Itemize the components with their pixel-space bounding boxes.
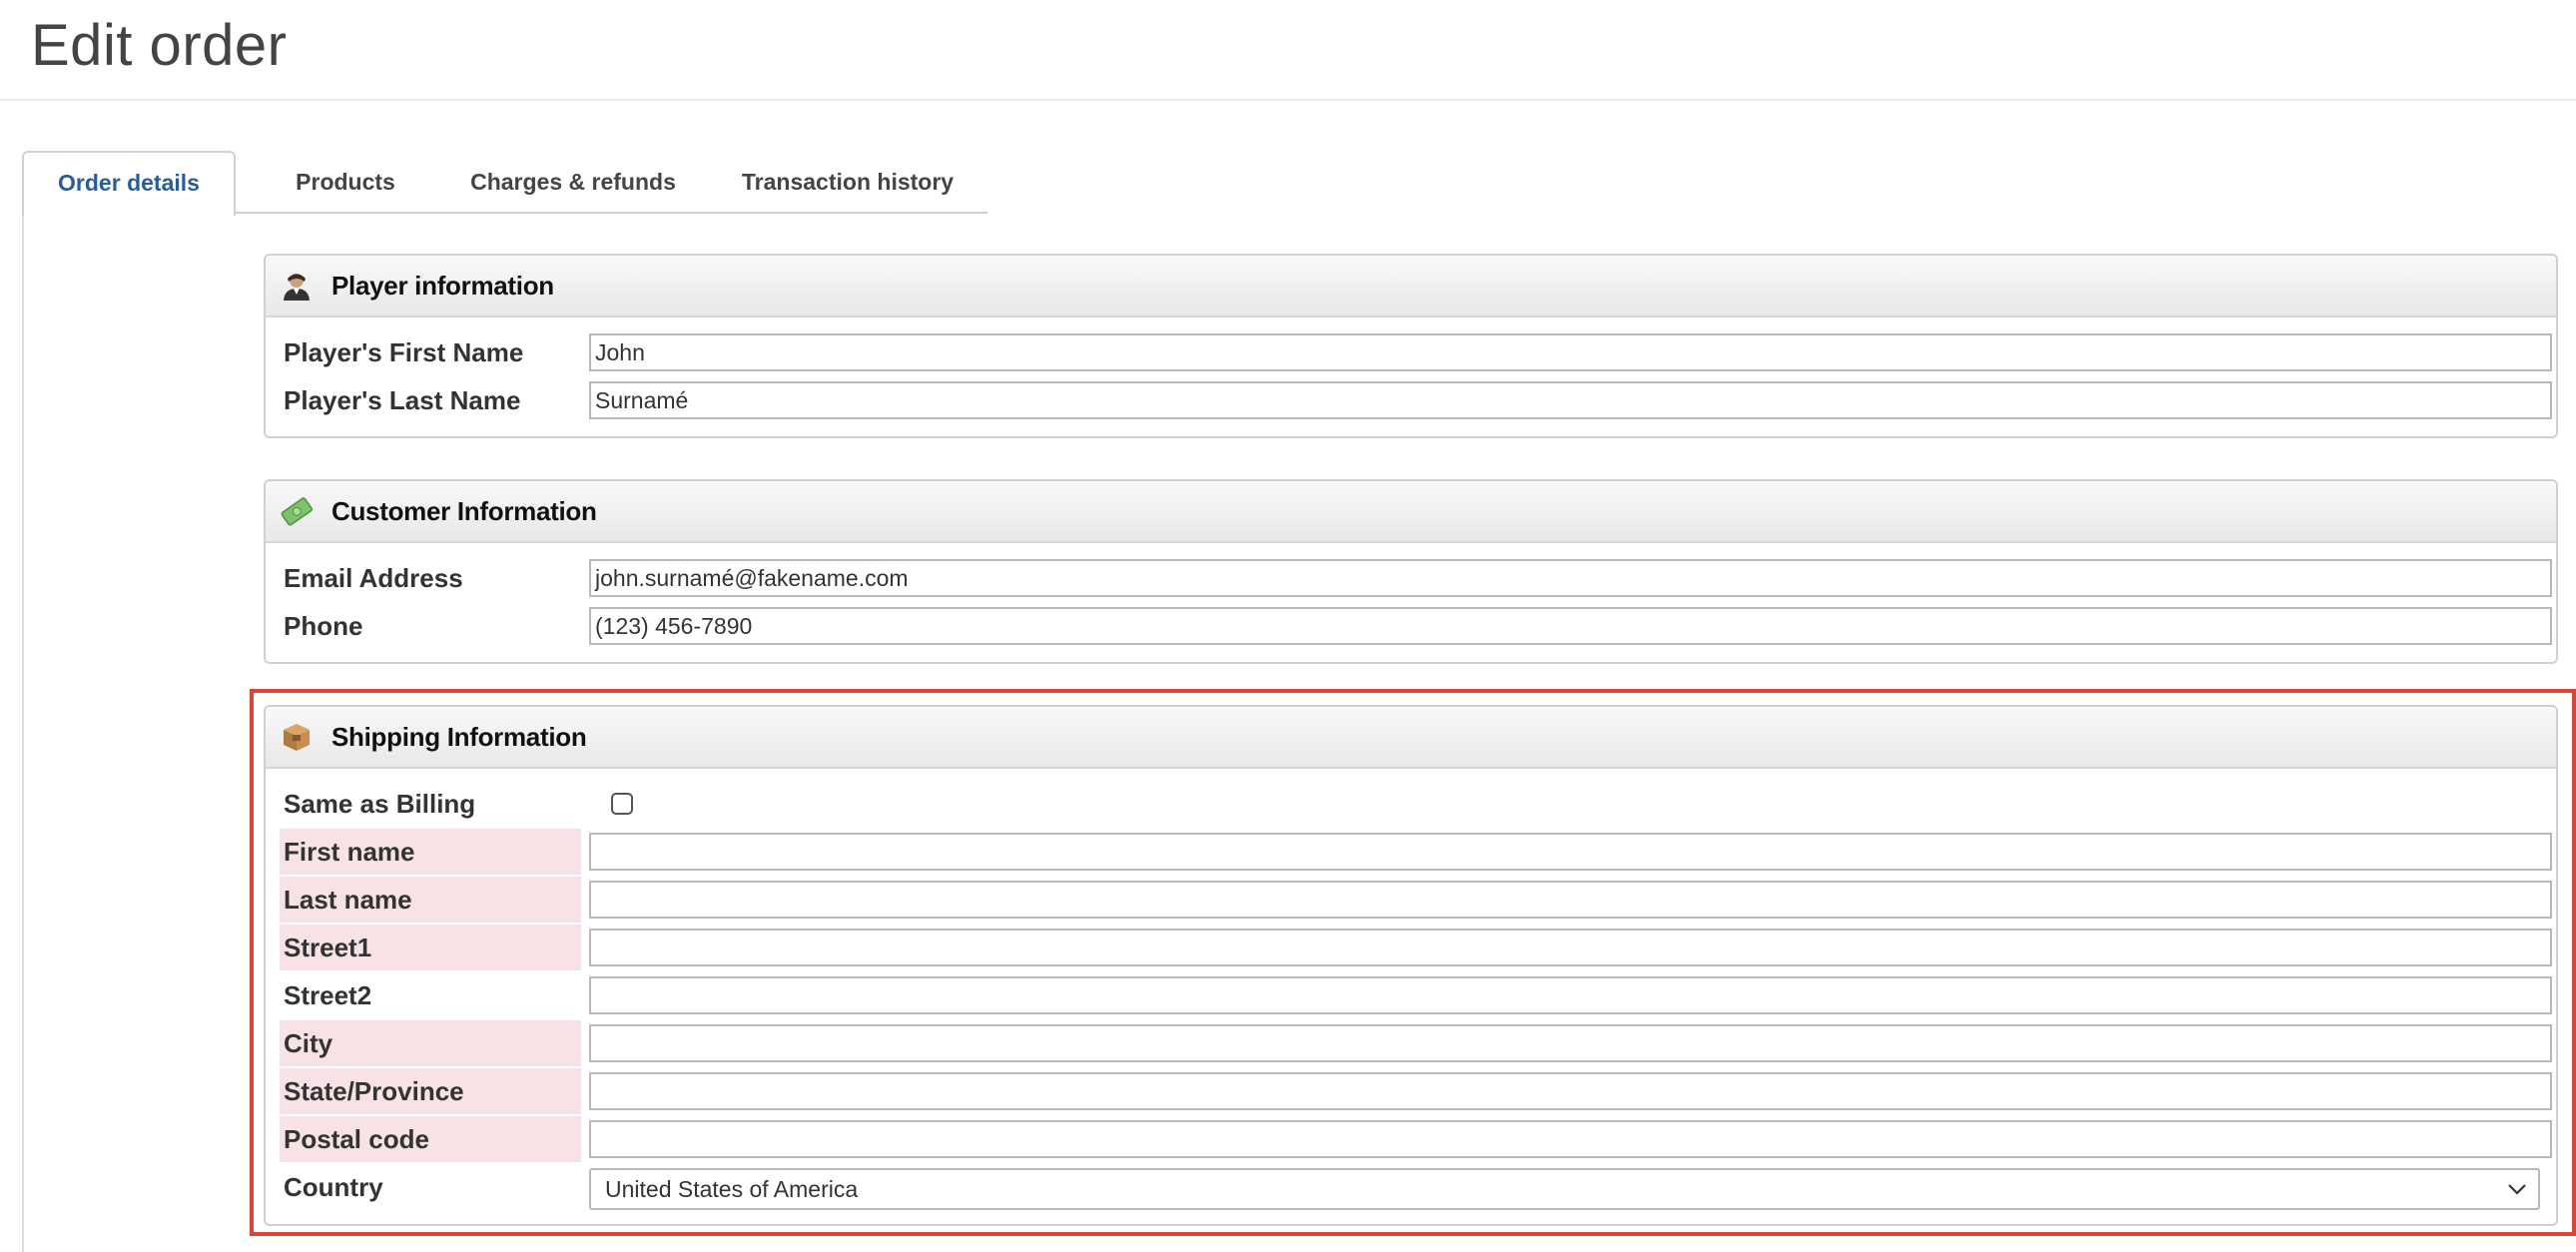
field-label: Same as Billing	[284, 789, 476, 819]
tab-content-border	[22, 214, 24, 1252]
money-icon	[281, 497, 313, 526]
tab-bar: Order details Products Charges & refunds…	[22, 151, 987, 216]
form-row: Street2	[280, 972, 2552, 1018]
phone-field[interactable]: (123) 456-7890	[589, 607, 2552, 645]
form-row: Country United States of America	[280, 1164, 2548, 1210]
shipping-information-panel: Shipping Information Same as Billing Fir…	[264, 705, 2558, 1226]
form-row: State/Province	[280, 1068, 2552, 1114]
field-label: Player's Last Name	[284, 385, 521, 415]
customer-information-panel: Customer Information Email Address john.…	[264, 479, 2558, 664]
player-last-name-input[interactable]: Surnamé	[589, 381, 2552, 419]
form-row: Phone (123) 456-7890	[280, 603, 2552, 649]
player-information-header: Player information	[266, 256, 2556, 317]
panel-title: Customer Information	[331, 496, 597, 526]
player-information-panel: Player information Player's First Name J…	[264, 254, 2558, 438]
tab-charges-refunds[interactable]: Charges & refunds	[445, 151, 701, 214]
field-label: Player's First Name	[284, 337, 524, 367]
city-input[interactable]	[589, 1024, 2552, 1062]
street1-input[interactable]	[589, 929, 2552, 966]
field-label: City	[280, 1020, 581, 1066]
postal-code-input[interactable]	[589, 1120, 2552, 1158]
state-province-input[interactable]	[589, 1072, 2552, 1110]
form-row: First name	[280, 829, 2552, 875]
shipping-first-name-input[interactable]	[589, 833, 2552, 871]
field-label: State/Province	[280, 1068, 581, 1114]
same-as-billing-checkbox[interactable]	[611, 793, 633, 815]
form-row: Last name	[280, 877, 2552, 923]
tab-transaction-history[interactable]: Transaction history	[707, 151, 988, 214]
form-row: Player's First Name John	[280, 329, 2552, 375]
street2-input[interactable]	[589, 976, 2552, 1014]
person-icon	[284, 274, 310, 301]
player-first-name-input[interactable]: John	[589, 333, 2552, 371]
shipping-information-header: Shipping Information	[266, 707, 2556, 769]
country-select[interactable]: United States of America	[589, 1168, 2540, 1210]
form-row: Player's Last Name Surnamé	[280, 377, 2552, 423]
field-label: Country	[284, 1172, 383, 1202]
chevron-down-icon	[2508, 1184, 2526, 1195]
shipping-last-name-input[interactable]	[589, 881, 2552, 919]
customer-information-header: Customer Information	[266, 481, 2556, 543]
panel-title: Shipping Information	[331, 722, 587, 752]
form-row: Postal code	[280, 1116, 2552, 1162]
form-row: Same as Billing	[280, 781, 2548, 827]
field-label: Postal code	[280, 1116, 581, 1162]
tab-order-details[interactable]: Order details	[22, 151, 236, 216]
panel-title: Player information	[331, 271, 554, 301]
package-icon	[284, 724, 310, 751]
form-row: Street1	[280, 925, 2552, 970]
field-label: Last name	[280, 877, 581, 923]
tab-products[interactable]: Products	[246, 151, 445, 214]
field-label: Phone	[284, 611, 363, 641]
field-label: Email Address	[284, 563, 463, 593]
country-select-value: United States of America	[605, 1176, 859, 1202]
field-label: Street1	[280, 925, 581, 970]
form-row: City	[280, 1020, 2552, 1066]
form-row: Email Address john.surnamé@fakename.com	[280, 555, 2552, 601]
field-label: Street2	[284, 980, 372, 1010]
email-field[interactable]: john.surnamé@fakename.com	[589, 559, 2552, 597]
title-divider	[0, 99, 2576, 101]
page-title: Edit order	[31, 13, 288, 78]
field-label: First name	[280, 829, 581, 875]
